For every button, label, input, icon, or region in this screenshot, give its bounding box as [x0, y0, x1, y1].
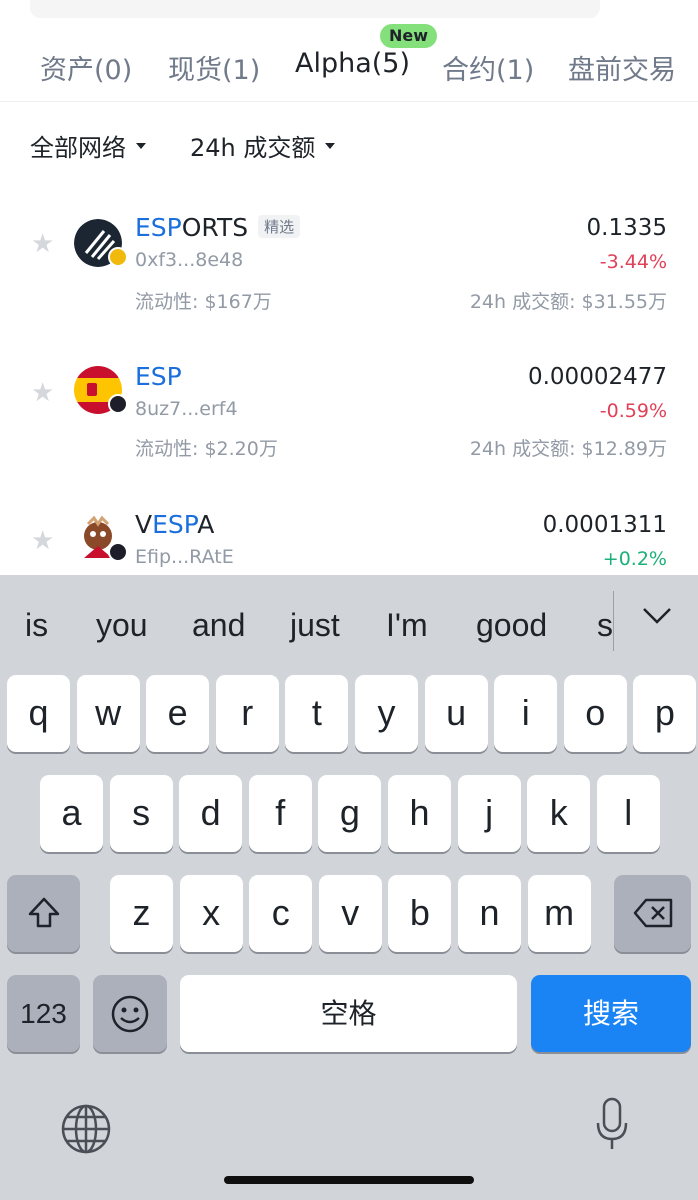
key-x[interactable]: x	[179, 875, 243, 952]
price-change: -0.59%	[599, 400, 667, 422]
key-n[interactable]: n	[458, 875, 521, 952]
tab-futures[interactable]: 合约(1)	[442, 48, 534, 87]
sort-filter-label: 24h 成交额	[190, 134, 316, 162]
star-icon[interactable]: ★	[31, 380, 57, 406]
microphone-icon[interactable]	[594, 1097, 630, 1153]
keyboard: is you and just I'm good s qwertyuiopasd…	[0, 575, 698, 1200]
volume-24h: 24h 成交额: $12.89万	[469, 438, 667, 460]
numbers-key[interactable]: 123	[7, 975, 80, 1052]
star-icon[interactable]: ★	[31, 231, 57, 257]
key-t[interactable]: t	[285, 675, 349, 752]
price-change: +0.2%	[602, 548, 667, 570]
key-w[interactable]: w	[76, 675, 140, 752]
key-s[interactable]: s	[109, 775, 173, 852]
emoji-icon	[111, 995, 149, 1033]
backspace-icon	[633, 898, 672, 928]
network-filter[interactable]: 全部网络	[30, 128, 146, 163]
new-badge: New	[380, 24, 438, 48]
liquidity: 流动性: $167万	[135, 291, 272, 313]
suggestion[interactable]: is	[25, 607, 48, 644]
key-b[interactable]: b	[388, 875, 452, 952]
token-row[interactable]: ★ ESPORTS 精选 0xf3...8e48 流动性: $167万 0.133…	[0, 205, 698, 355]
key-k[interactable]: k	[527, 775, 591, 852]
suggestion[interactable]: just	[290, 607, 340, 644]
featured-tag: 精选	[258, 214, 301, 238]
key-e[interactable]: e	[146, 675, 210, 752]
token-address: 8uz7...erf4	[135, 398, 238, 420]
chevron-down-icon[interactable]	[642, 607, 672, 625]
key-q[interactable]: q	[7, 675, 70, 752]
key-u[interactable]: u	[424, 675, 488, 752]
shift-key[interactable]	[7, 875, 80, 952]
key-a[interactable]: a	[40, 775, 103, 852]
tab-assets[interactable]: 资产(0)	[40, 48, 132, 87]
key-l[interactable]: l	[596, 775, 660, 852]
key-v[interactable]: v	[318, 875, 382, 952]
tab-alpha[interactable]: Alpha(5)	[295, 48, 410, 79]
suggestion[interactable]: and	[192, 607, 245, 644]
suggestion[interactable]: I'm	[386, 607, 428, 644]
suggestion-bar: is you and just I'm good s	[0, 575, 698, 667]
tab-bar: 资产(0) 现货(1) Alpha(5) 合约(1) 盘前交易	[0, 40, 698, 102]
token-symbol: ESP	[135, 362, 182, 391]
search-key[interactable]: 搜索	[531, 975, 691, 1052]
price: 0.0001311	[542, 512, 667, 538]
token-address: Efip...RAtE	[135, 546, 234, 568]
caret-down-icon	[136, 142, 146, 149]
network-filter-label: 全部网络	[30, 134, 126, 162]
volume-24h: 24h 成交额: $31.55万	[469, 291, 667, 313]
tab-premarket[interactable]: 盘前交易	[568, 48, 676, 87]
star-icon[interactable]: ★	[31, 528, 57, 554]
delete-key[interactable]	[614, 875, 691, 952]
home-indicator	[224, 1176, 474, 1184]
price-change: -3.44%	[599, 251, 667, 273]
search-bar[interactable]	[30, 0, 600, 18]
token-address: 0xf3...8e48	[135, 249, 244, 271]
suggestion[interactable]: good	[476, 607, 547, 644]
key-y[interactable]: y	[355, 675, 418, 752]
bnb-chain-icon	[108, 247, 128, 267]
liquidity: 流动性: $2.20万	[135, 438, 278, 460]
token-symbol: VESPA	[135, 510, 215, 539]
price: 0.1335	[586, 215, 667, 241]
token-symbol: ESPORTS 精选	[135, 213, 301, 242]
suggestion[interactable]: s	[597, 607, 613, 644]
solana-chain-icon	[108, 542, 128, 562]
token-row[interactable]: ★ ESP 8uz7...erf4 流动性: $2.20万 0.00002477…	[0, 354, 698, 504]
key-z[interactable]: z	[110, 875, 173, 952]
tab-spot[interactable]: 现货(1)	[168, 48, 260, 87]
space-key[interactable]: 空格	[180, 975, 517, 1052]
key-m[interactable]: m	[527, 875, 591, 952]
divider	[613, 591, 614, 651]
shift-icon	[28, 897, 59, 928]
key-j[interactable]: j	[457, 775, 521, 852]
key-o[interactable]: o	[563, 675, 627, 752]
sort-filter[interactable]: 24h 成交额	[190, 128, 336, 163]
key-g[interactable]: g	[318, 775, 382, 852]
emoji-key[interactable]	[93, 975, 167, 1052]
key-i[interactable]: i	[494, 675, 558, 752]
key-c[interactable]: c	[249, 875, 313, 952]
price: 0.00002477	[527, 364, 667, 390]
globe-icon[interactable]	[60, 1103, 112, 1155]
key-h[interactable]: h	[388, 775, 451, 852]
suggestion[interactable]: you	[96, 607, 148, 644]
key-r[interactable]: r	[215, 675, 279, 752]
key-f[interactable]: f	[248, 775, 312, 852]
key-p[interactable]: p	[633, 675, 697, 752]
caret-down-icon	[325, 142, 336, 149]
key-d[interactable]: d	[179, 775, 243, 852]
solana-chain-icon	[108, 394, 128, 414]
